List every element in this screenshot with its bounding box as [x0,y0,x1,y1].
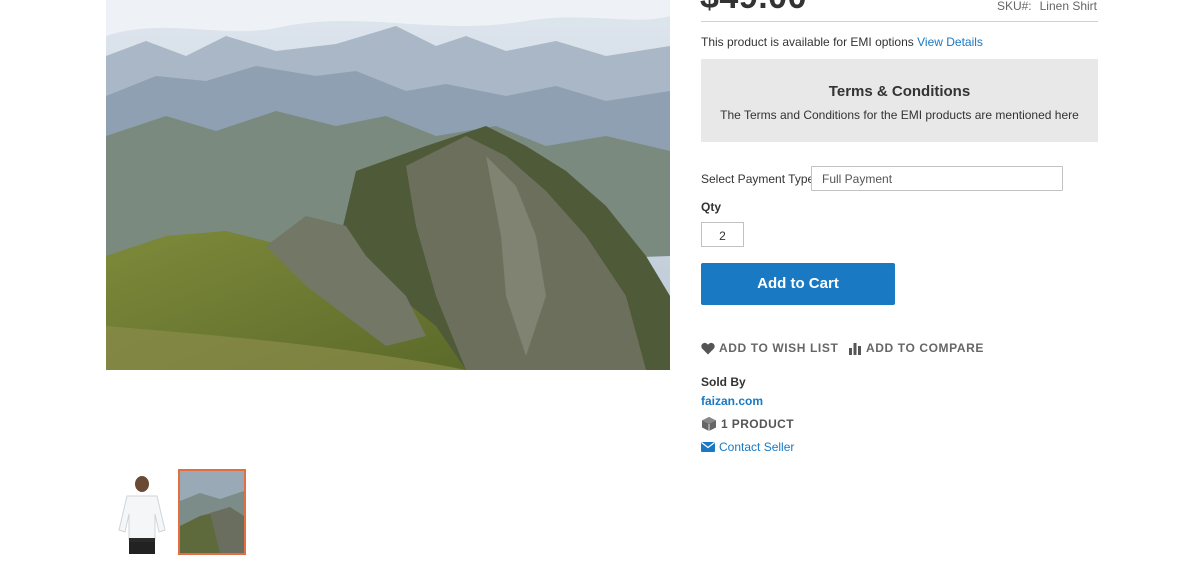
seller-name-link[interactable]: faizan.com [701,394,763,408]
heart-icon [701,342,715,355]
add-to-wish-list-link[interactable]: ADD TO WISH LIST [701,341,838,355]
wish-list-label: ADD TO WISH LIST [719,341,839,355]
envelope-icon [701,441,715,453]
sku-value: Linen Shirt [1039,0,1097,13]
product-sku: SKU#: Linen Shirt [997,0,1097,13]
thumbnail-mountain[interactable] [178,469,246,555]
compare-label: ADD TO COMPARE [866,341,984,355]
mountain-landscape-image [106,0,670,370]
mountain-thumbnail-image [180,471,244,553]
view-details-link[interactable]: View Details [917,35,983,49]
divider [701,21,1098,22]
payment-type-label: Select Payment Type [701,172,815,186]
qty-input[interactable]: 2 [701,222,744,247]
terms-title: Terms & Conditions [828,83,971,100]
contact-seller-link[interactable]: Contact Seller [701,440,794,454]
cube-icon [701,417,717,431]
emi-availability: This product is available for EMI option… [701,35,983,49]
product-main-image[interactable] [106,0,670,370]
add-to-compare-link[interactable]: ADD TO COMPARE [848,341,984,355]
sku-label: SKU#: [996,0,1032,13]
seller-products-label: 1 PRODUCT [721,417,794,431]
shirt-image [109,470,175,554]
bar-chart-icon [848,342,862,355]
contact-seller-label: Contact Seller [719,440,795,454]
product-price: $49.00 [700,0,807,17]
add-to-cart-button[interactable]: Add to Cart [701,263,895,305]
emi-text: This product is available for EMI option… [701,35,914,49]
terms-text: The Terms and Conditions for the EMI pro… [720,108,1079,122]
thumbnail-shirt[interactable] [108,469,176,555]
seller-products[interactable]: 1 PRODUCT [701,417,794,431]
sold-by-label: Sold By [701,375,746,389]
payment-type-select[interactable]: Full Payment [811,166,1063,191]
qty-label: Qty [701,200,722,214]
terms-conditions-box: Terms & Conditions The Terms and Conditi… [701,59,1098,142]
